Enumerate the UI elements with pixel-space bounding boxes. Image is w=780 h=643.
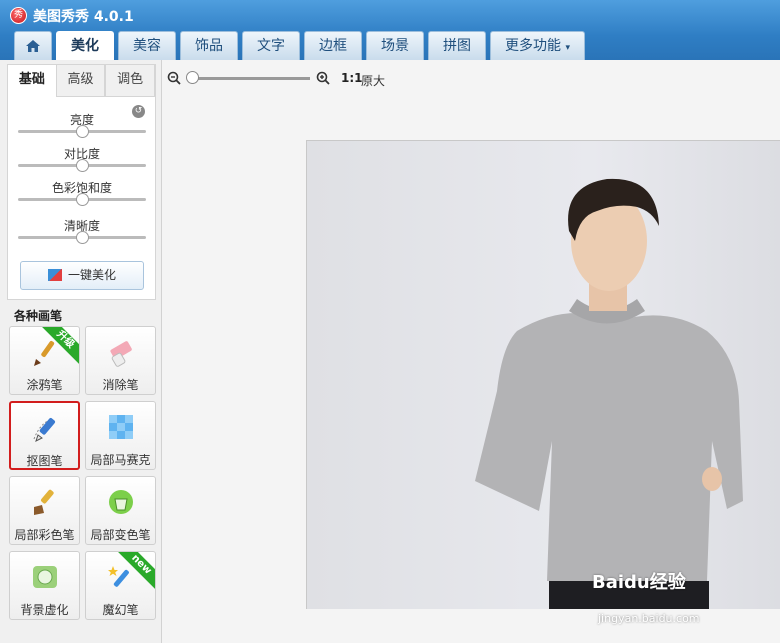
zoom-in-icon[interactable] — [316, 71, 330, 85]
tool-label: 涂鸦笔 — [26, 378, 63, 392]
one-click-beautify-button[interactable]: 一键美化 — [20, 261, 144, 290]
zoom-original-label[interactable]: 原大 — [361, 72, 385, 89]
eraser-icon — [109, 341, 132, 367]
slider-track[interactable] — [18, 125, 146, 138]
zoom-slider-track[interactable] — [190, 77, 310, 80]
chevron-down-icon: ▾ — [565, 43, 570, 53]
tab-accessories[interactable]: 饰品 — [180, 31, 238, 60]
tool-background-blur[interactable]: 背景虚化 — [9, 551, 80, 620]
slider-thumb[interactable] — [75, 193, 89, 206]
slider-contrast: 对比度 — [18, 145, 146, 172]
tool-label: 背景虚化 — [20, 603, 69, 617]
slider-track[interactable] — [18, 193, 146, 206]
tab-text[interactable]: 文字 — [242, 31, 300, 60]
blur-background-icon — [32, 566, 57, 588]
mosaic-icon — [108, 415, 133, 439]
title-bar: 秀 美图秀秀 4.0.1 美化 美容 饰品 文字 边框 场景 拼图 更多功能 ▾ — [0, 0, 780, 60]
tool-label: 局部马赛克 — [90, 453, 151, 467]
zoom-out-icon[interactable] — [167, 71, 181, 85]
tool-label: 消除笔 — [102, 378, 139, 392]
paintbrush-icon — [33, 340, 54, 366]
portrait-photo — [475, 178, 743, 609]
zoom-ratio-button[interactable]: 1:1 — [341, 71, 363, 85]
tool-doodle-pen[interactable]: 升级 涂鸦笔 — [9, 326, 80, 395]
baidu-watermark: Baidu经验 — [592, 572, 686, 593]
adjust-box: 基础 高级 调色 ↺ 亮度 对比度 色彩饱和度 清晰度 一键美化 — [7, 64, 156, 300]
slider-track[interactable] — [18, 231, 146, 244]
adjust-subtabs: 基础 高级 调色 — [8, 65, 156, 97]
app-title: 美图秀秀 4.0.1 — [33, 9, 134, 25]
main-tabs: 美化 美容 饰品 文字 边框 场景 拼图 更多功能 ▾ — [14, 31, 585, 60]
tool-magic-pen[interactable]: new 魔幻笔 — [85, 551, 156, 620]
zoom-slider-thumb[interactable] — [186, 71, 199, 84]
subtab-basic[interactable]: 基础 — [8, 65, 56, 97]
tab-scene[interactable]: 场景 — [366, 31, 424, 60]
tool-label: 局部变色笔 — [90, 528, 151, 542]
subtab-advanced[interactable]: 高级 — [55, 65, 106, 97]
tab-face[interactable]: 美容 — [118, 31, 176, 60]
tool-local-color-pen[interactable]: 局部彩色笔 — [9, 476, 80, 545]
home-icon — [26, 40, 40, 52]
slider-thumb[interactable] — [75, 231, 89, 244]
tab-collage[interactable]: 拼图 — [428, 31, 486, 60]
subtab-color[interactable]: 调色 — [105, 65, 156, 97]
one-click-beautify-label: 一键美化 — [67, 268, 116, 282]
slider-brightness: 亮度 — [18, 111, 146, 138]
tool-cutout-pen[interactable]: 抠图笔 — [9, 401, 80, 470]
slider-sharpness: 清晰度 — [18, 217, 146, 244]
app-logo-icon: 秀 — [10, 7, 27, 24]
tool-label: 抠图笔 — [26, 454, 63, 468]
photo-canvas[interactable] — [306, 140, 780, 609]
slider-thumb[interactable] — [75, 125, 89, 138]
magic-wand-icon — [107, 566, 129, 587]
tab-home[interactable] — [14, 31, 52, 60]
baidu-watermark-url: jingyan.baidu.com — [598, 612, 700, 625]
beautify-icon — [47, 269, 62, 281]
tool-mosaic[interactable]: 局部马赛克 — [85, 401, 156, 470]
tab-beautify[interactable]: 美化 — [56, 31, 114, 60]
tool-label: 魔幻笔 — [102, 603, 139, 617]
color-brush-icon — [33, 489, 54, 515]
tool-label: 局部彩色笔 — [14, 528, 75, 542]
left-panel: 基础 高级 调色 ↺ 亮度 对比度 色彩饱和度 清晰度 一键美化 各种画笔 升级 — [0, 60, 162, 643]
tab-more-features[interactable]: 更多功能 ▾ — [490, 31, 585, 60]
recolor-bucket-icon — [108, 490, 133, 514]
tab-more-label: 更多功能 — [505, 38, 561, 54]
slider-saturation: 色彩饱和度 — [18, 179, 146, 206]
tool-local-recolor-pen[interactable]: 局部变色笔 — [85, 476, 156, 545]
slider-track[interactable] — [18, 159, 146, 172]
slider-thumb[interactable] — [75, 159, 89, 172]
tool-eraser-pen[interactable]: 消除笔 — [85, 326, 156, 395]
tab-frame[interactable]: 边框 — [304, 31, 362, 60]
brushes-title: 各种画笔 — [14, 309, 63, 323]
cutout-pen-icon — [33, 417, 55, 442]
